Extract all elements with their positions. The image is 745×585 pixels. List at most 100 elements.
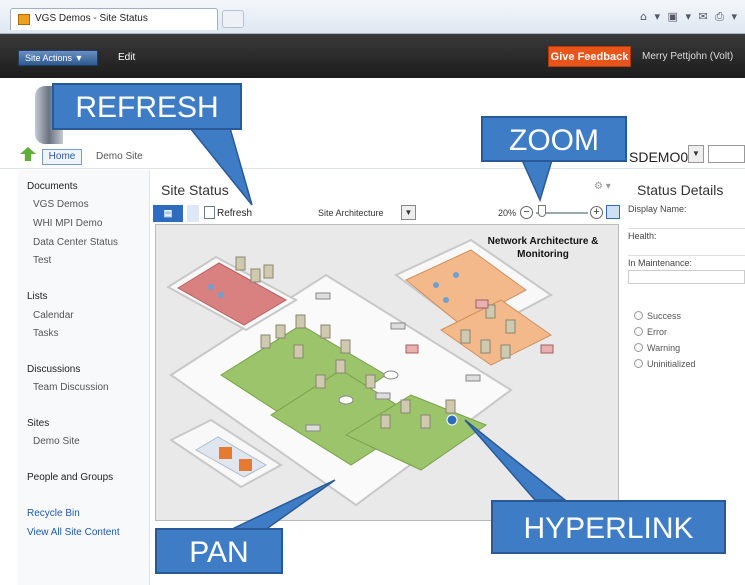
disk-icon (383, 370, 399, 380)
switch-icon (390, 322, 406, 330)
browser-toolbar-icons[interactable]: ⌂ ▾ ▣ ▾ ✉ ⎙ ▾ (640, 10, 739, 24)
server-dropdown-button[interactable]: ▼ (688, 145, 704, 163)
hyperlink-callout-text: HYPERLINK (523, 512, 694, 545)
diagram-title: Network Architecture & Monitoring (487, 236, 599, 260)
server-icon (260, 334, 271, 349)
server-icon (293, 344, 304, 359)
display-name-value (628, 215, 745, 229)
switch-icon (315, 292, 331, 300)
device-icon (239, 459, 252, 471)
user-menu[interactable]: Merry Pettjohn (Volt) (642, 51, 733, 62)
view-all-site-content-link[interactable]: View All Site Content (27, 527, 120, 538)
web-part-title: Site Status (161, 182, 229, 198)
nav-item-data-center-status[interactable]: Data Center Status (33, 237, 118, 248)
router-icon (475, 299, 489, 309)
server-icon (420, 414, 431, 429)
user-icon (453, 272, 459, 278)
server-icon (340, 339, 351, 354)
server-icon (505, 319, 516, 334)
switch-icon (375, 392, 391, 400)
legend-error-radio (634, 327, 643, 336)
nav-item-calendar[interactable]: Calendar (33, 310, 74, 321)
nav-heading-lists[interactable]: Lists (27, 291, 48, 302)
nav-item-test[interactable]: Test (33, 255, 51, 266)
give-feedback-button[interactable]: Give Feedback (548, 46, 631, 67)
server-icon (320, 324, 331, 339)
nav-item-team-discussion[interactable]: Team Discussion (33, 382, 109, 393)
quick-launch (18, 170, 150, 585)
server-icon (445, 399, 456, 414)
fit-to-window-icon[interactable] (606, 205, 620, 219)
legend-success: Success (647, 311, 682, 321)
switch-icon (465, 374, 481, 382)
ribbon-bar (0, 34, 745, 78)
diagram-canvas[interactable] (155, 224, 619, 521)
refresh-callout-text: REFRESH (75, 91, 219, 124)
in-maintenance-value (628, 270, 745, 284)
nav-heading-documents[interactable]: Documents (27, 181, 78, 192)
refresh-icon[interactable] (204, 206, 215, 219)
demo-site-tab[interactable]: Demo Site (96, 151, 143, 162)
zoom-slider-thumb[interactable] (538, 205, 546, 217)
zoom-callout: ZOOM (481, 116, 627, 162)
hyperlinked-server-icon (446, 414, 458, 426)
refresh-callout: REFRESH (52, 83, 242, 130)
switch-icon (305, 424, 321, 432)
legend-warning: Warning (647, 343, 681, 353)
home-tab[interactable]: Home (42, 149, 82, 165)
server-icon (235, 256, 246, 271)
new-tab-button[interactable] (222, 10, 244, 28)
user-icon (443, 297, 449, 303)
nav-heading-sites[interactable]: Sites (27, 418, 49, 429)
user-icon (218, 292, 224, 298)
display-name-label: Display Name: (628, 204, 687, 214)
legend-uninitialized: Uninitialized (647, 359, 696, 369)
server-icon (295, 314, 306, 329)
health-label: Health: (628, 231, 657, 241)
hyperlink-callout: HYPERLINK (491, 500, 726, 554)
edit-link[interactable]: Edit (118, 52, 135, 63)
server-icon (335, 359, 346, 374)
user-icon (433, 282, 439, 288)
status-details-title: Status Details (637, 182, 724, 198)
refresh-button[interactable]: Refresh (217, 208, 252, 219)
server-icon (380, 414, 391, 429)
browser-tab[interactable]: VGS Demos - Site Status (10, 8, 218, 30)
nav-heading-discussions[interactable]: Discussions (27, 364, 80, 375)
server-icon (500, 344, 511, 359)
zoom-level: 20% (498, 208, 517, 218)
zoom-out-button[interactable]: − (520, 206, 533, 219)
open-diagram-icon[interactable]: ▤ (153, 205, 183, 222)
nav-item-whi-mpi-demo[interactable]: WHI MPI Demo (33, 218, 102, 229)
legend-uninitialized-radio (634, 359, 643, 368)
legend-warning-radio (634, 343, 643, 352)
page-select[interactable]: Site Architecture (314, 205, 400, 221)
open-diagram-dropdown[interactable] (187, 205, 199, 222)
server-name: SDEMO02 (629, 149, 696, 165)
server-search-input[interactable] (708, 145, 745, 163)
browser-tab-title: VGS Demos - Site Status (35, 13, 148, 24)
site-actions-menu[interactable]: Site Actions ▼ (18, 50, 98, 66)
router-icon (405, 344, 419, 354)
page-select-dropdown[interactable]: ▼ (401, 205, 416, 220)
server-icon (263, 264, 274, 279)
legend-error: Error (647, 327, 667, 337)
nav-item-tasks[interactable]: Tasks (33, 328, 59, 339)
zoom-callout-text: ZOOM (509, 124, 599, 157)
nav-heading-people[interactable]: People and Groups (27, 472, 113, 483)
server-icon (365, 374, 376, 389)
web-part-menu-icon[interactable]: ⚙ ▾ (594, 181, 611, 192)
nav-item-demo-site[interactable]: Demo Site (33, 436, 80, 447)
network-diagram[interactable] (156, 225, 619, 521)
pan-callout: PAN (155, 528, 283, 574)
server-icon (275, 324, 286, 339)
router-icon (540, 344, 554, 354)
zoom-in-button[interactable]: + (590, 206, 603, 219)
legend-success-radio (634, 311, 643, 320)
server-icon (315, 374, 326, 389)
nav-item-vgs-demos[interactable]: VGS Demos (33, 199, 89, 210)
recycle-bin-link[interactable]: Recycle Bin (27, 508, 80, 519)
pan-callout-text: PAN (189, 536, 249, 569)
server-icon (250, 268, 261, 283)
server-icon (480, 339, 491, 354)
